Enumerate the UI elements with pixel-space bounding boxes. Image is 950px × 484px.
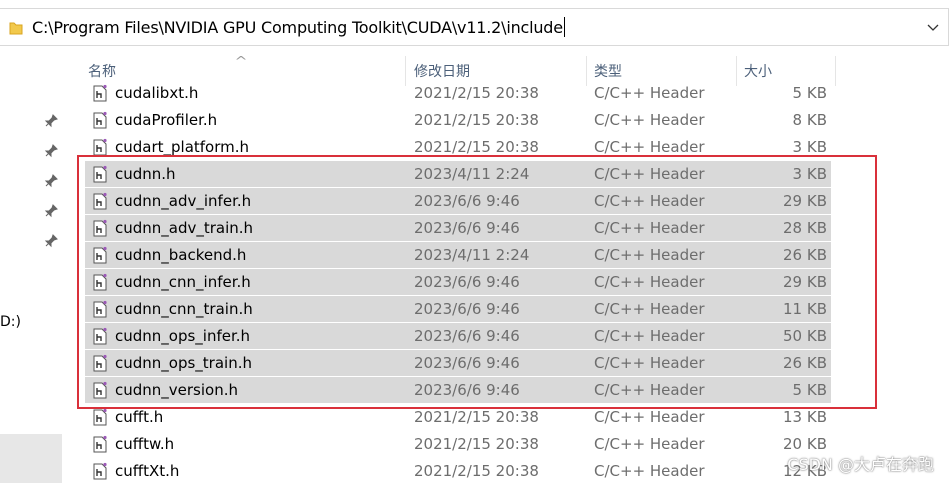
file-size: 8 KB — [792, 111, 827, 129]
file-date: 2021/2/15 20:38 — [414, 84, 539, 102]
text-caret — [563, 17, 565, 37]
file-name: cufftXt.h — [115, 462, 180, 480]
file-date: 2021/2/15 20:38 — [414, 111, 539, 129]
file-type: C/C++ Header — [594, 435, 705, 453]
pin-icon[interactable] — [44, 234, 58, 248]
column-header-name[interactable]: 名称 — [88, 61, 116, 81]
chevron-down-icon[interactable] — [926, 20, 940, 34]
file-row[interactable]: cudaProfiler.h 2021/2/15 20:38 C/C++ Heade… — [85, 107, 831, 133]
file-name: cudalibxt.h — [115, 84, 199, 102]
pin-icon[interactable] — [44, 204, 58, 218]
header-file-icon — [93, 435, 107, 453]
address-path-text: C:\Program Files\NVIDIA GPU Computing To… — [32, 18, 563, 37]
folder-icon — [9, 22, 23, 35]
pin-icon[interactable] — [44, 114, 58, 128]
file-name: cufftw.h — [115, 435, 175, 453]
watermark: CSDN @大卢在奔跑 — [787, 455, 934, 474]
file-type: C/C++ Header — [594, 138, 705, 156]
file-row[interactable]: cufftXt.h 2021/2/15 20:38 C/C++ Header 12 K… — [85, 458, 831, 484]
file-type: C/C++ Header — [594, 111, 705, 129]
column-divider[interactable] — [835, 56, 836, 86]
column-header-date[interactable]: 修改日期 — [414, 61, 470, 81]
file-type: C/C++ Header — [594, 84, 705, 102]
nav-item-selected[interactable] — [0, 434, 62, 483]
file-name: cudart_platform.h — [115, 138, 250, 156]
highlight-rectangle — [77, 155, 877, 409]
file-size: 5 KB — [792, 84, 827, 102]
header-file-icon — [93, 138, 107, 156]
pin-icon[interactable] — [44, 174, 58, 188]
file-date: 2021/2/15 20:38 — [414, 138, 539, 156]
pin-icon[interactable] — [44, 144, 58, 158]
file-name: cufft.h — [115, 408, 164, 426]
file-name: cudaProfiler.h — [115, 111, 218, 129]
file-type: C/C++ Header — [594, 408, 705, 426]
file-size: 3 KB — [792, 138, 827, 156]
header-file-icon — [93, 84, 107, 102]
file-size: 13 KB — [783, 408, 827, 426]
file-date: 2021/2/15 20:38 — [414, 435, 539, 453]
address-path[interactable]: C:\Program Files\NVIDIA GPU Computing To… — [32, 17, 565, 37]
column-header-size[interactable]: 大小 — [744, 61, 772, 81]
file-date: 2021/2/15 20:38 — [414, 462, 539, 480]
column-header-type[interactable]: 类型 — [594, 61, 622, 81]
navigation-pane: D:) — [0, 52, 66, 483]
header-file-icon — [93, 408, 107, 426]
file-row[interactable]: cufftw.h 2021/2/15 20:38 C/C++ Header 20 KB — [85, 431, 831, 457]
file-date: 2021/2/15 20:38 — [414, 408, 539, 426]
sort-ascending-icon: ^ — [234, 54, 248, 68]
file-type: C/C++ Header — [594, 462, 705, 480]
file-row[interactable]: cudalibxt.h 2021/2/15 20:38 C/C++ Header 5 … — [85, 80, 831, 106]
header-file-icon — [93, 111, 107, 129]
address-bar[interactable]: C:\Program Files\NVIDIA GPU Computing To… — [0, 8, 949, 46]
nav-item-drive[interactable]: D:) — [0, 314, 21, 330]
header-file-icon — [93, 462, 107, 480]
